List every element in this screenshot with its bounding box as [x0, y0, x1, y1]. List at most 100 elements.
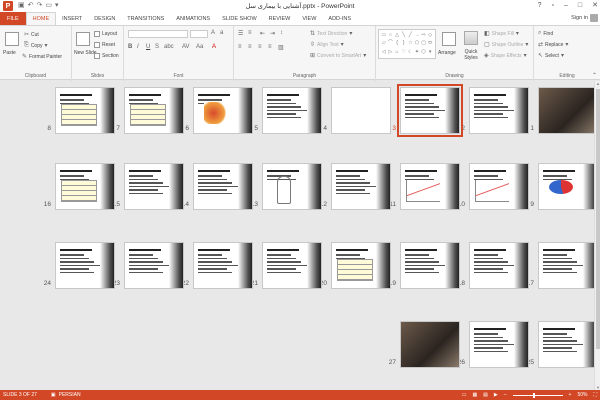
slide-thumbnail[interactable] — [331, 163, 391, 210]
slide-thumbnail[interactable] — [193, 87, 253, 134]
align-text-button[interactable]: ⇳ Align Text ▾ — [310, 41, 344, 49]
shapes-gallery[interactable]: ▭ ○ △ ╲ ╱ → ⇨ ◇ ▱ ⌒{} ☆ ⬠ ▢ ⬭ ◁ ▷ ⌂ ♡ ☾ ✦ ⬡ ▾ — [378, 29, 436, 59]
find-button[interactable]: ⌕ Find — [538, 30, 553, 37]
slide-thumbnail[interactable] — [538, 242, 598, 289]
close-icon[interactable]: ✕ — [592, 0, 598, 12]
tab-slide-show[interactable]: SLIDE SHOW — [216, 12, 263, 25]
new-slide-icon[interactable] — [76, 32, 90, 46]
tab-file[interactable]: FILE — [0, 12, 26, 25]
maximize-icon[interactable]: □ — [578, 0, 582, 12]
slide-thumbnail[interactable] — [400, 242, 460, 289]
slide-thumbnail[interactable] — [193, 242, 253, 289]
paste-icon[interactable] — [5, 32, 19, 46]
slide-thumbnail[interactable] — [538, 87, 598, 134]
slide-sorter-view-icon[interactable]: ▦ — [472, 392, 477, 398]
slide-thumbnail[interactable] — [469, 321, 529, 368]
columns-button[interactable]: ▥ — [278, 44, 284, 51]
slide-thumbnail[interactable] — [124, 87, 184, 134]
slide-thumbnail[interactable] — [397, 84, 463, 137]
select-button[interactable]: ↖ Select ▾ — [538, 52, 564, 60]
scroll-thumb[interactable] — [596, 89, 600, 349]
underline-button[interactable]: U — [146, 44, 150, 50]
zoom-in-icon[interactable]: + — [569, 392, 572, 398]
slide-thumbnail[interactable] — [469, 87, 529, 134]
scroll-up-icon[interactable]: ▲ — [595, 81, 600, 86]
slide-thumbnail[interactable] — [331, 242, 391, 289]
language-indicator[interactable]: ▣ PERSIAN — [51, 392, 81, 398]
slide-thumbnail[interactable] — [331, 87, 391, 134]
arrange-icon[interactable] — [442, 32, 456, 46]
bold-button[interactable]: B — [128, 44, 132, 50]
zoom-slider[interactable] — [512, 392, 563, 398]
font-color-button[interactable]: A — [212, 44, 216, 50]
shadow-button[interactable]: S — [155, 44, 159, 50]
collapse-ribbon-icon[interactable]: ⌃ — [592, 72, 597, 79]
slide-thumbnail[interactable] — [124, 163, 184, 210]
zoom-level[interactable]: 50% — [577, 392, 587, 398]
tab-home[interactable]: HOME — [25, 12, 57, 25]
section-button[interactable]: Section — [94, 53, 119, 59]
slide-thumbnail[interactable] — [55, 242, 115, 289]
shape-effects-button[interactable]: ◈ Shape Effects ▾ — [484, 52, 527, 60]
shape-fill-button[interactable]: ◧ Shape Fill ▾ — [484, 30, 519, 38]
strikethrough-button[interactable]: abc — [164, 44, 174, 50]
quick-styles-button[interactable]: Quick Styles — [460, 29, 482, 61]
slide-thumbnail[interactable] — [55, 163, 115, 210]
normal-view-icon[interactable]: ▭ — [462, 392, 467, 398]
slide-thumbnail[interactable] — [124, 242, 184, 289]
font-family-select[interactable] — [128, 30, 188, 38]
tab-transitions[interactable]: TRANSITIONS — [121, 12, 170, 25]
line-spacing-button[interactable]: ↕ — [280, 30, 283, 36]
cut-button[interactable]: ✂ Cut — [24, 31, 39, 39]
slide-thumbnail[interactable] — [538, 163, 598, 210]
reset-button[interactable]: Reset — [94, 42, 115, 48]
align-left-button[interactable]: ≡ — [238, 44, 242, 50]
format-painter-button[interactable]: ✎ Format Painter — [22, 53, 62, 61]
numbering-button[interactable]: ≡ — [248, 30, 252, 36]
slide-thumbnail[interactable] — [469, 163, 529, 210]
zoom-out-icon[interactable]: – — [504, 392, 507, 398]
slide-thumbnail[interactable] — [538, 321, 598, 368]
text-direction-button[interactable]: ⇅ Text Direction ▾ — [310, 30, 352, 38]
slide-thumbnail[interactable] — [469, 242, 529, 289]
change-case-button[interactable]: Aa — [196, 44, 203, 50]
decrease-indent-button[interactable]: ⇤ — [260, 30, 265, 37]
char-spacing-button[interactable]: AV — [182, 44, 190, 50]
tab-view[interactable]: VIEW — [296, 12, 322, 25]
vertical-scrollbar[interactable]: ▲ ▼ — [594, 81, 600, 390]
slide-thumbnail[interactable] — [262, 163, 322, 210]
slide-thumbnail[interactable] — [262, 87, 322, 134]
slide-thumbnail[interactable] — [400, 163, 460, 210]
shape-outline-button[interactable]: ▢ Shape Outline ▾ — [484, 41, 528, 49]
grow-font-button[interactable]: A — [211, 30, 215, 36]
help-icon[interactable]: ? — [538, 0, 542, 12]
italic-button[interactable]: I — [137, 44, 139, 50]
tab-add-ins[interactable]: ADD-INS — [322, 12, 357, 25]
slide-thumbnail[interactable] — [400, 321, 460, 368]
increase-indent-button[interactable]: ⇥ — [270, 30, 275, 37]
sign-in-link[interactable]: Sign in — [571, 15, 588, 21]
slide-thumbnail[interactable] — [193, 163, 253, 210]
ribbon-display-icon[interactable]: ▫ — [552, 0, 554, 12]
tab-review[interactable]: REVIEW — [263, 12, 297, 25]
tab-design[interactable]: DESIGN — [88, 12, 121, 25]
copy-button[interactable]: ⎘ Copy ▾ — [24, 42, 48, 49]
paste-button[interactable]: Paste — [3, 50, 16, 56]
fit-slide-icon[interactable]: ⛶ — [593, 392, 597, 398]
justify-button[interactable]: ≡ — [268, 44, 272, 50]
shrink-font-button[interactable]: a — [220, 30, 223, 36]
tab-insert[interactable]: INSERT — [56, 12, 88, 25]
slideshow-view-icon[interactable]: ▶ — [494, 392, 498, 398]
convert-smartart-button[interactable]: ⊞ Convert to SmartArt ▾ — [310, 52, 366, 60]
layout-button[interactable]: Layout — [94, 31, 117, 37]
arrange-button[interactable]: Arrange — [438, 50, 456, 56]
replace-button[interactable]: ⇄ Replace ▾ — [538, 41, 568, 49]
slide-thumbnail[interactable] — [262, 242, 322, 289]
font-size-select[interactable] — [190, 30, 208, 38]
align-right-button[interactable]: ≡ — [258, 44, 262, 50]
slide-thumbnail[interactable] — [55, 87, 115, 134]
align-center-button[interactable]: ≡ — [248, 44, 252, 50]
reading-view-icon[interactable]: ▤ — [483, 392, 488, 398]
tab-animations[interactable]: ANIMATIONS — [170, 12, 216, 25]
avatar[interactable] — [590, 14, 598, 22]
